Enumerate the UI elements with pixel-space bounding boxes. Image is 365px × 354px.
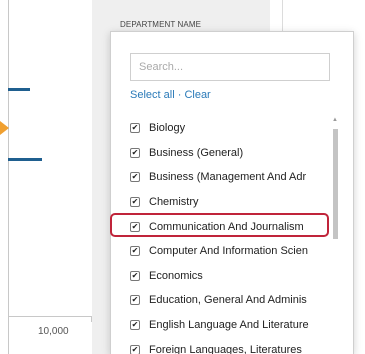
checkbox-icon[interactable]: ✔ [130,147,140,158]
department-item[interactable]: ✔ Chemistry [130,190,330,215]
department-item-label: Biology [149,122,186,135]
department-item[interactable]: ✔ Computer And Information Scien [130,239,330,264]
department-item-label: English Language And Literature [149,319,309,332]
select-links: Select all · Clear [130,89,211,101]
department-item-label: Foreign Languages, Literatures [149,343,302,354]
department-item[interactable]: ✔ English Language And Literature [130,313,330,338]
department-item-label: Education, General And Adminis [149,294,307,307]
checkbox-icon[interactable]: ✔ [130,221,140,232]
department-item[interactable]: ✔ Business (Management And Adr [130,165,330,190]
checkbox-icon[interactable]: ✔ [130,344,140,354]
search-input[interactable] [130,53,330,81]
checkbox-icon[interactable]: ✔ [130,246,140,257]
scrollbar-thumb[interactable] [333,129,338,239]
department-item-label: Communication And Journalism [149,220,304,233]
department-filter-dropdown: Select all · Clear ✔ Biology ✔ Business (Ge… [110,31,354,354]
department-item-label: Economics [149,269,203,282]
department-item[interactable]: ✔ Education, General And Adminis [130,288,330,313]
separator: · [177,89,182,101]
department-item[interactable]: ✔ Communication And Journalism [130,214,330,239]
checkbox-icon[interactable]: ✔ [130,172,140,183]
filter-header: DEPARTMENT NAME [120,20,202,29]
department-item[interactable]: ✔ Business (General) [130,141,330,166]
department-item-label: Chemistry [149,196,199,209]
select-all-link[interactable]: Select all [130,89,175,101]
checkbox-icon[interactable]: ✔ [130,295,140,306]
checkbox-icon[interactable]: ✔ [130,270,140,281]
clear-link[interactable]: Clear [184,89,210,101]
highlight-arrow-icon [0,121,9,135]
department-item-label: Business (General) [149,146,244,159]
department-item-label: Business (Management And Adr [149,171,307,184]
department-item-label: Computer And Information Scien [149,245,308,258]
chart-bar-mark [8,158,42,161]
scrollbar[interactable]: ▲ [332,117,338,354]
checkbox-icon[interactable]: ✔ [130,197,140,208]
department-list: ✔ Biology ✔ Business (General) ✔ Business (Ma… [130,116,330,354]
x-axis-tick-label: 10,000 [38,326,69,337]
chart-area [8,0,92,354]
checkbox-icon[interactable]: ✔ [130,320,140,331]
department-item[interactable]: ✔ Economics [130,264,330,289]
checkbox-icon[interactable]: ✔ [130,123,140,134]
x-axis [8,316,92,317]
scroll-up-icon[interactable]: ▲ [332,117,338,123]
department-item[interactable]: ✔ Biology [130,116,330,141]
chart-bar-mark [8,88,30,91]
department-item[interactable]: ✔ Foreign Languages, Literatures [130,337,330,354]
x-axis-tick [8,316,9,322]
